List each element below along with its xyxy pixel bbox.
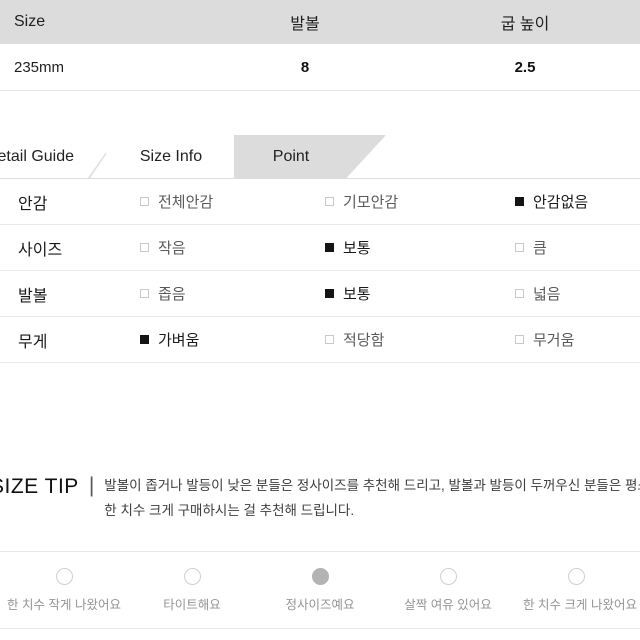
table-row: 사이즈 작음 보통 큼 xyxy=(0,225,640,271)
size-value: 235mm xyxy=(14,58,65,76)
checkbox-unchecked-icon xyxy=(515,335,524,344)
spec-option-label: 안감없음 xyxy=(533,194,589,211)
spec-option-selected: 보통 xyxy=(325,283,515,304)
fit-option-larger[interactable]: 한 치수 크게 나왔어요 xyxy=(512,567,640,613)
checkbox-checked-icon xyxy=(325,289,334,298)
fit-option-slightly-roomy[interactable]: 살짝 여유 있어요 xyxy=(384,567,512,613)
spec-option: 기모안감 xyxy=(325,191,515,212)
size-tip-text: 발볼이 좁거나 발등이 낮은 분들은 정사이즈를 추천해 드리고, 발볼과 발등… xyxy=(104,473,640,523)
spec-option-label: 좁음 xyxy=(158,286,186,303)
fit-option-smaller[interactable]: 한 치수 작게 나왔어요 xyxy=(0,567,128,613)
fit-option-label: 타이트해요 xyxy=(163,597,221,612)
size-table-header-row: Size 발볼 굽 높이 xyxy=(0,0,640,44)
spec-option-label: 넓음 xyxy=(533,286,561,303)
checkbox-checked-icon xyxy=(325,243,334,252)
spec-option-label: 큼 xyxy=(533,240,547,257)
size-table-header-width: 발볼 xyxy=(290,16,320,33)
checkbox-checked-icon xyxy=(140,335,149,344)
spec-option: 넓음 xyxy=(515,283,640,304)
spec-option: 작음 xyxy=(140,237,325,258)
tab-detail-guide-label: Detail Guide xyxy=(0,147,75,165)
spec-row-label: 발볼 xyxy=(18,287,48,305)
radio-selected-icon[interactable] xyxy=(311,567,329,585)
size-table-header-size: Size xyxy=(14,13,46,30)
table-row: 발볼 좁음 보통 넓음 xyxy=(0,271,640,317)
table-row: 안감 전체안감 기모안감 안감없음 xyxy=(0,179,640,225)
fit-option-label: 살짝 여유 있어요 xyxy=(404,597,492,612)
radio-unselected-icon[interactable] xyxy=(55,567,73,585)
checkbox-unchecked-icon xyxy=(325,335,334,344)
radio-unselected-icon[interactable] xyxy=(183,567,201,585)
fit-option-label: 한 치수 작게 나왔어요 xyxy=(7,597,121,612)
spec-option-selected: 안감없음 xyxy=(515,191,640,212)
spec-option-selected: 보통 xyxy=(325,237,515,258)
spec-option-label: 무거움 xyxy=(533,332,575,349)
fit-option-label: 한 치수 크게 나왔어요 xyxy=(523,597,637,612)
heel-height-value: 2.5 xyxy=(514,58,536,76)
table-tabs-gap xyxy=(0,91,640,135)
fit-option-tight[interactable]: 타이트해요 xyxy=(128,567,256,613)
tab-size-info[interactable]: Size Info xyxy=(106,135,236,178)
checkbox-unchecked-icon xyxy=(140,243,149,252)
spec-option: 전체안감 xyxy=(140,191,325,212)
size-tip-title: SIZE TIP xyxy=(0,475,79,498)
tab-bar: Detail Guide Size Info Point xyxy=(0,135,640,179)
spec-option: 좁음 xyxy=(140,283,325,304)
spec-option-label: 가벼움 xyxy=(158,332,200,349)
fit-survey: 한 치수 작게 나왔어요 타이트해요 정사이즈예요 살짝 여유 있어요 한 치수… xyxy=(0,551,640,629)
tab-point[interactable]: Point xyxy=(234,135,386,178)
spec-option-label: 기모안감 xyxy=(343,194,399,211)
width-value: 8 xyxy=(300,58,310,76)
spec-option: 적당함 xyxy=(325,329,515,350)
tab-detail-guide[interactable]: Detail Guide xyxy=(0,135,106,178)
table-row: 235mm 8 2.5 xyxy=(0,44,640,91)
checkbox-unchecked-icon xyxy=(140,197,149,206)
spec-row-label: 사이즈 xyxy=(18,241,63,259)
radio-unselected-icon[interactable] xyxy=(567,567,585,585)
size-tip-section: SIZE TIP | 발볼이 좁거나 발등이 낮은 분들은 정사이즈를 추천해 … xyxy=(0,473,640,523)
size-tip-line-1: 발볼이 좁거나 발등이 낮은 분들은 정사이즈를 추천해 드리고, 발볼과 발등… xyxy=(104,478,640,493)
checkbox-unchecked-icon xyxy=(325,197,334,206)
spec-option-selected: 가벼움 xyxy=(140,329,325,350)
spec-option-label: 보통 xyxy=(343,286,371,303)
table-row: 무게 가벼움 적당함 무거움 xyxy=(0,317,640,363)
size-tip-divider: | xyxy=(88,474,95,497)
tab-size-info-label: Size Info xyxy=(139,147,203,165)
size-table: Size 발볼 굽 높이 235mm 8 2.5 xyxy=(0,0,640,91)
fit-option-label: 정사이즈예요 xyxy=(285,597,355,612)
section-spacer xyxy=(0,363,640,473)
checkbox-unchecked-icon xyxy=(515,243,524,252)
checkbox-unchecked-icon xyxy=(140,289,149,298)
spec-option-label: 보통 xyxy=(343,240,371,257)
fit-option-true-to-size[interactable]: 정사이즈예요 xyxy=(256,567,384,613)
size-table-header-heel: 굽 높이 xyxy=(500,16,550,33)
spec-option-label: 작음 xyxy=(158,240,186,257)
point-spec-table: 안감 전체안감 기모안감 안감없음 사이즈 작음 보통 큼 발볼 좁음 보통 넓… xyxy=(0,179,640,363)
spec-option-label: 전체안감 xyxy=(158,194,214,211)
radio-unselected-icon[interactable] xyxy=(439,567,457,585)
spec-option: 큼 xyxy=(515,237,640,258)
checkbox-checked-icon xyxy=(515,197,524,206)
size-tip-line-2: 한 치수 크게 구매하시는 걸 추천해 드립니다. xyxy=(104,503,355,518)
checkbox-unchecked-icon xyxy=(515,289,524,298)
spec-row-label: 무게 xyxy=(18,333,48,351)
tab-point-label: Point xyxy=(272,147,310,165)
spec-option-label: 적당함 xyxy=(343,332,385,349)
spec-option: 무거움 xyxy=(515,329,640,350)
spec-row-label: 안감 xyxy=(18,195,48,213)
